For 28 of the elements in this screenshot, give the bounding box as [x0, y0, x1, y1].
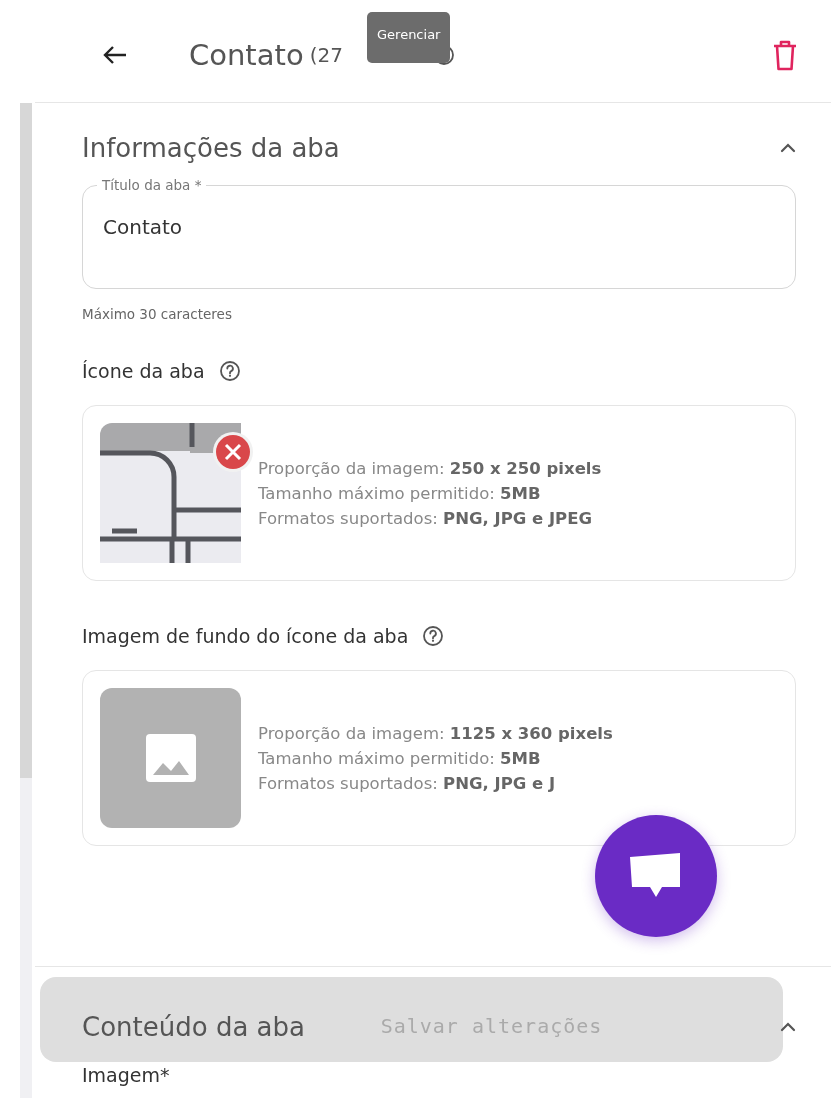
tooltip: Gerenciar: [367, 12, 451, 63]
section-label: Ícone da aba: [82, 360, 205, 382]
remove-image-icon[interactable]: [212, 431, 254, 473]
help-icon[interactable]: [422, 625, 445, 647]
requirement-text: Formatos suportados: PNG, JPG e JPEG: [258, 508, 593, 528]
section-title: Conteúdo da aba: [82, 1012, 305, 1042]
help-icon[interactable]: [218, 360, 241, 382]
page-id: (27: [309, 43, 343, 67]
field-label: Título da aba *: [101, 177, 203, 193]
scrollbar[interactable]: [20, 103, 32, 1098]
field-label: Imagem*: [82, 1064, 170, 1086]
page-title: Contato: [189, 38, 304, 72]
chevron-up-icon[interactable]: [780, 143, 796, 153]
helper-text: Máximo 30 caracteres: [82, 306, 233, 322]
back-arrow-icon[interactable]: [103, 45, 127, 65]
section-title: Informações da aba: [82, 133, 340, 163]
trash-icon[interactable]: [772, 39, 798, 71]
requirement-text: Tamanho máximo permitido: 5MB: [258, 483, 542, 503]
requirement-text: Formatos suportados: PNG, JPG e J: [258, 773, 557, 793]
field-value: Contato: [103, 215, 184, 239]
tab-title-field[interactable]: Título da aba * Contato: [82, 177, 796, 289]
requirement-text: Proporção da imagem: 250 x 250 pixels: [258, 458, 602, 478]
section-label: Imagem de fundo do ícone da aba: [82, 625, 409, 647]
chevron-up-icon[interactable]: [780, 1022, 796, 1032]
requirement-text: Tamanho máximo permitido: 5MB: [258, 748, 542, 768]
scrollbar-thumb[interactable]: [20, 103, 32, 778]
requirement-text: Proporção da imagem: 1125 x 360 pixels: [258, 723, 613, 743]
chat-button[interactable]: [595, 815, 717, 937]
